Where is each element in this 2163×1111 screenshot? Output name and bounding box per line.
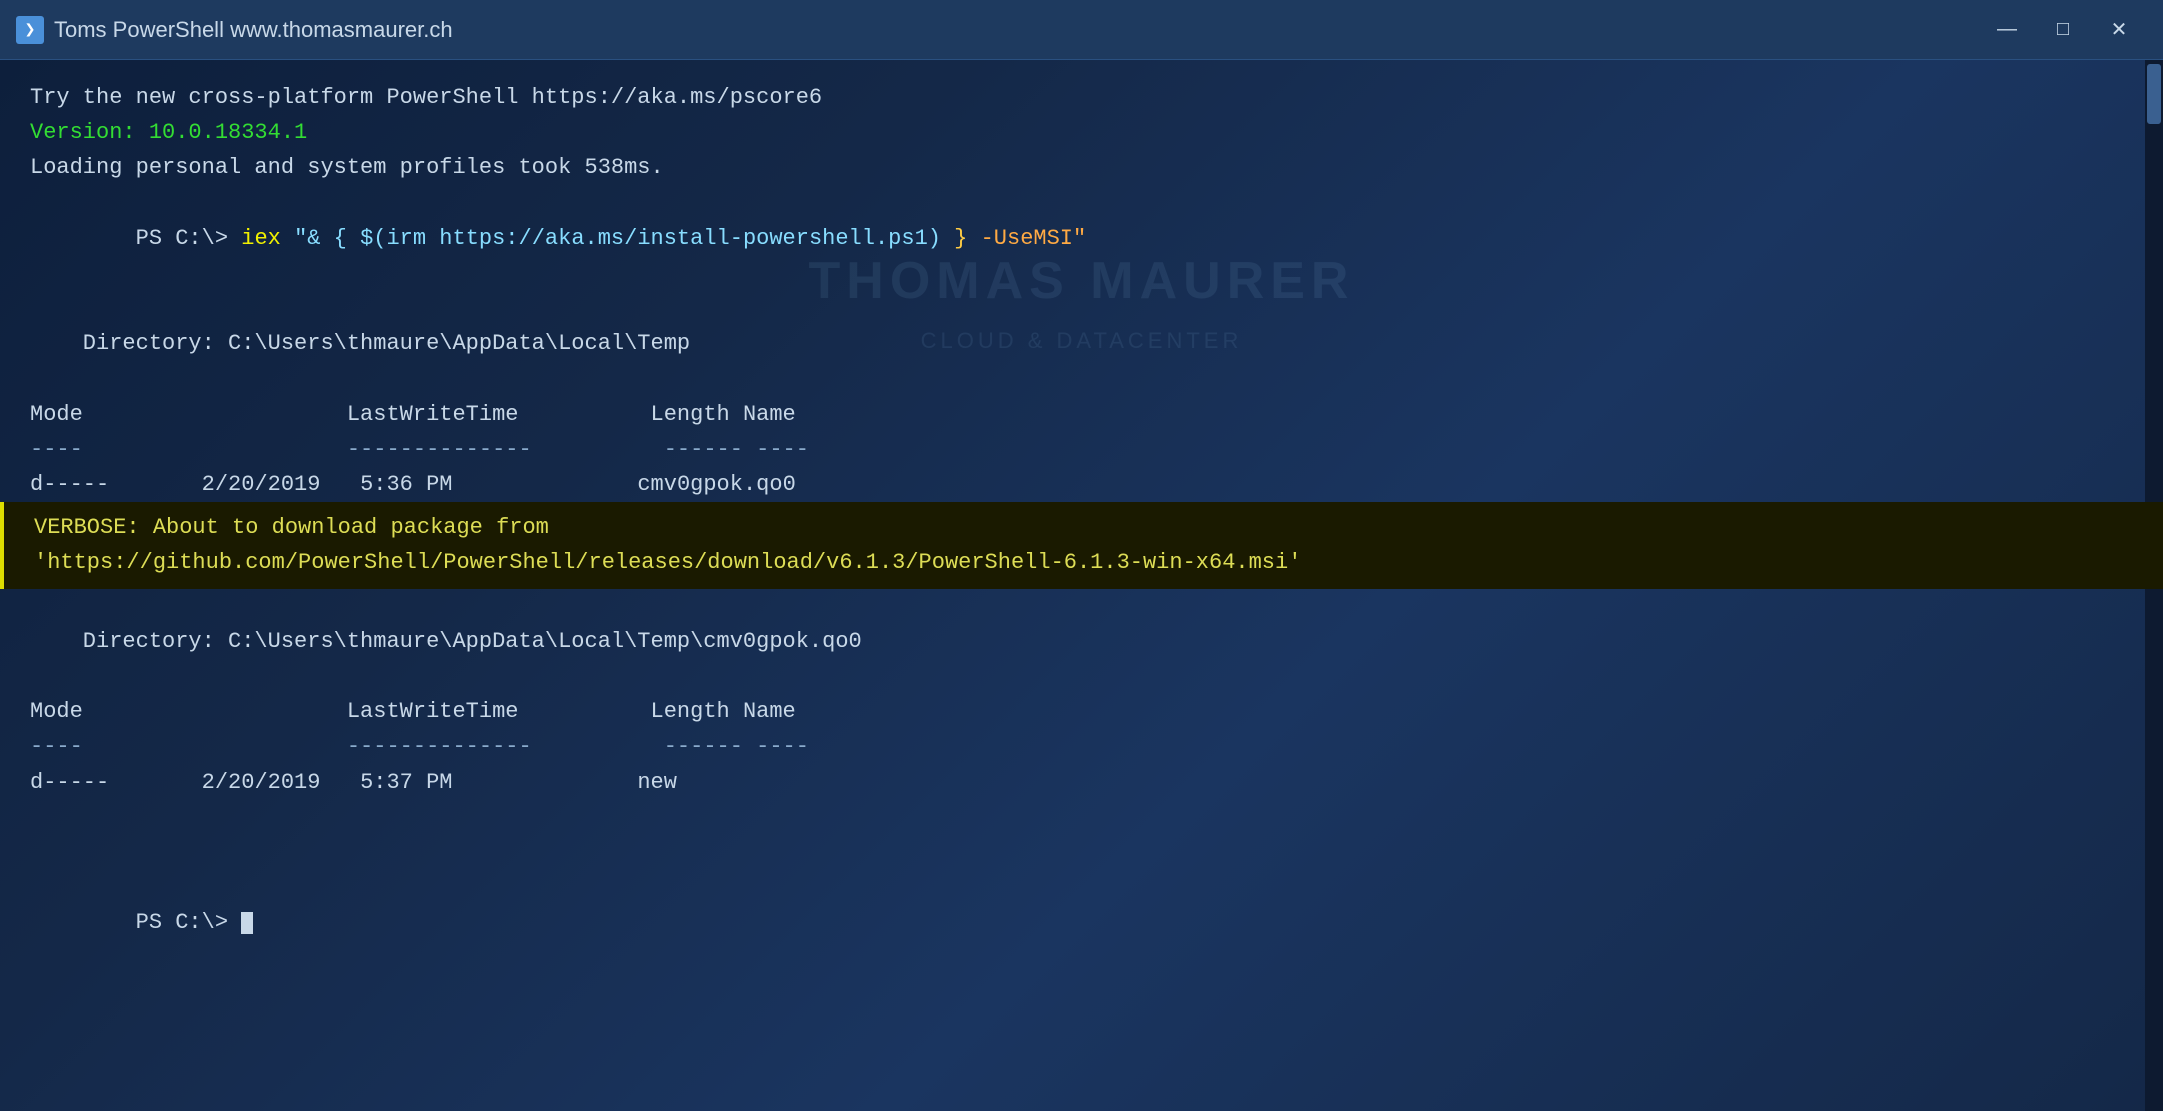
sep2-length: ------	[664, 734, 743, 759]
verbose-line2: 'https://github.com/PowerShell/PowerShel…	[34, 545, 2133, 580]
line-command: PS C:\> iex "& { $(irm https://aka.ms/in…	[30, 186, 2133, 292]
col-lwt: LastWriteTime	[347, 402, 519, 427]
row2-time: 5:37 PM	[360, 770, 452, 795]
prompt2: PS C:\>	[136, 910, 242, 935]
row2-date: 2/20/2019	[202, 770, 321, 795]
window-title: Toms PowerShell www.thomasmaurer.ch	[54, 17, 453, 43]
blank4	[30, 659, 2133, 694]
blank5	[30, 800, 2133, 835]
cmd-space	[281, 226, 294, 251]
col2-lwt: LastWriteTime	[347, 699, 519, 724]
sep-lwt: --------------	[347, 437, 532, 462]
cmd-iex: iex	[241, 226, 281, 251]
title-bar-left: ❯ Toms PowerShell www.thomasmaurer.ch	[16, 16, 453, 44]
line-version: Version: 10.0.18334.1	[30, 115, 2133, 150]
blank2	[30, 362, 2133, 397]
close-button[interactable]: ✕	[2091, 10, 2147, 50]
line-loading: Loading personal and system profiles too…	[30, 150, 2133, 185]
sep2-name: ----	[756, 734, 809, 759]
verbose-bar: VERBOSE: About to download package from …	[0, 502, 2163, 588]
cmd-irm: $(irm https://aka.ms/install-powershell.…	[360, 226, 941, 251]
row1-mode: d-----	[30, 472, 109, 497]
sep-name: ----	[756, 437, 809, 462]
terminal-area[interactable]: THOMAS MAURER CLOUD & DATACENTER Try the…	[0, 60, 2163, 1111]
table2-header: Mode LastWriteTime Length Name	[30, 694, 2133, 729]
sep2-lwt: --------------	[347, 734, 532, 759]
cmd-close-brace: }	[941, 226, 967, 251]
sep-length: ------	[664, 437, 743, 462]
blank6	[30, 835, 2133, 870]
scrollbar-thumb[interactable]	[2147, 64, 2161, 124]
dir-label1: Directory: C:\Users\thmaure\AppData\Loca…	[30, 326, 2133, 361]
powershell-window: ❯ Toms PowerShell www.thomasmaurer.ch — …	[0, 0, 2163, 1111]
maximize-button[interactable]: □	[2035, 10, 2091, 50]
blank1	[30, 291, 2133, 326]
cmd-string-open: "& {	[294, 226, 360, 251]
row2-name: new	[637, 770, 677, 795]
row1-time: 5:36 PM	[360, 472, 452, 497]
powershell-icon: ❯	[16, 16, 44, 44]
sep-mode: ----	[30, 437, 83, 462]
dir-label2: Directory: C:\Users\thmaure\AppData\Loca…	[30, 624, 2133, 659]
cursor	[241, 912, 253, 934]
prompt1: PS C:\>	[136, 226, 242, 251]
col-mode: Mode	[30, 402, 83, 427]
table1-header: Mode LastWriteTime Length Name	[30, 397, 2133, 432]
table2-sep: ---- -------------- ------ ----	[30, 729, 2133, 764]
title-bar: ❯ Toms PowerShell www.thomasmaurer.ch — …	[0, 0, 2163, 60]
col2-length: Length	[651, 699, 730, 724]
minimize-button[interactable]: —	[1979, 10, 2035, 50]
col-length: Length	[651, 402, 730, 427]
row1-name: cmv0gpok.qo0	[637, 472, 795, 497]
window-controls: — □ ✕	[1979, 10, 2147, 50]
col-name: Name	[743, 402, 796, 427]
line-pscore: Try the new cross-platform PowerShell ht…	[30, 80, 2133, 115]
line-prompt2: PS C:\>	[30, 870, 2133, 976]
row2-mode: d-----	[30, 770, 109, 795]
table2-row1: d----- 2/20/2019 5:37 PM new	[30, 765, 2133, 800]
terminal-content: Try the new cross-platform PowerShell ht…	[30, 80, 2133, 976]
col2-mode: Mode	[30, 699, 83, 724]
verbose-line1: VERBOSE: About to download package from	[34, 510, 2133, 545]
col2-name: Name	[743, 699, 796, 724]
row1-date: 2/20/2019	[202, 472, 321, 497]
table1-row1: d----- 2/20/2019 5:36 PM cmv0gpok.qo0	[30, 467, 2133, 502]
table1-sep: ---- -------------- ------ ----	[30, 432, 2133, 467]
blank3	[30, 589, 2133, 624]
sep2-mode: ----	[30, 734, 83, 759]
cmd-param: -UseMSI"	[967, 226, 1086, 251]
